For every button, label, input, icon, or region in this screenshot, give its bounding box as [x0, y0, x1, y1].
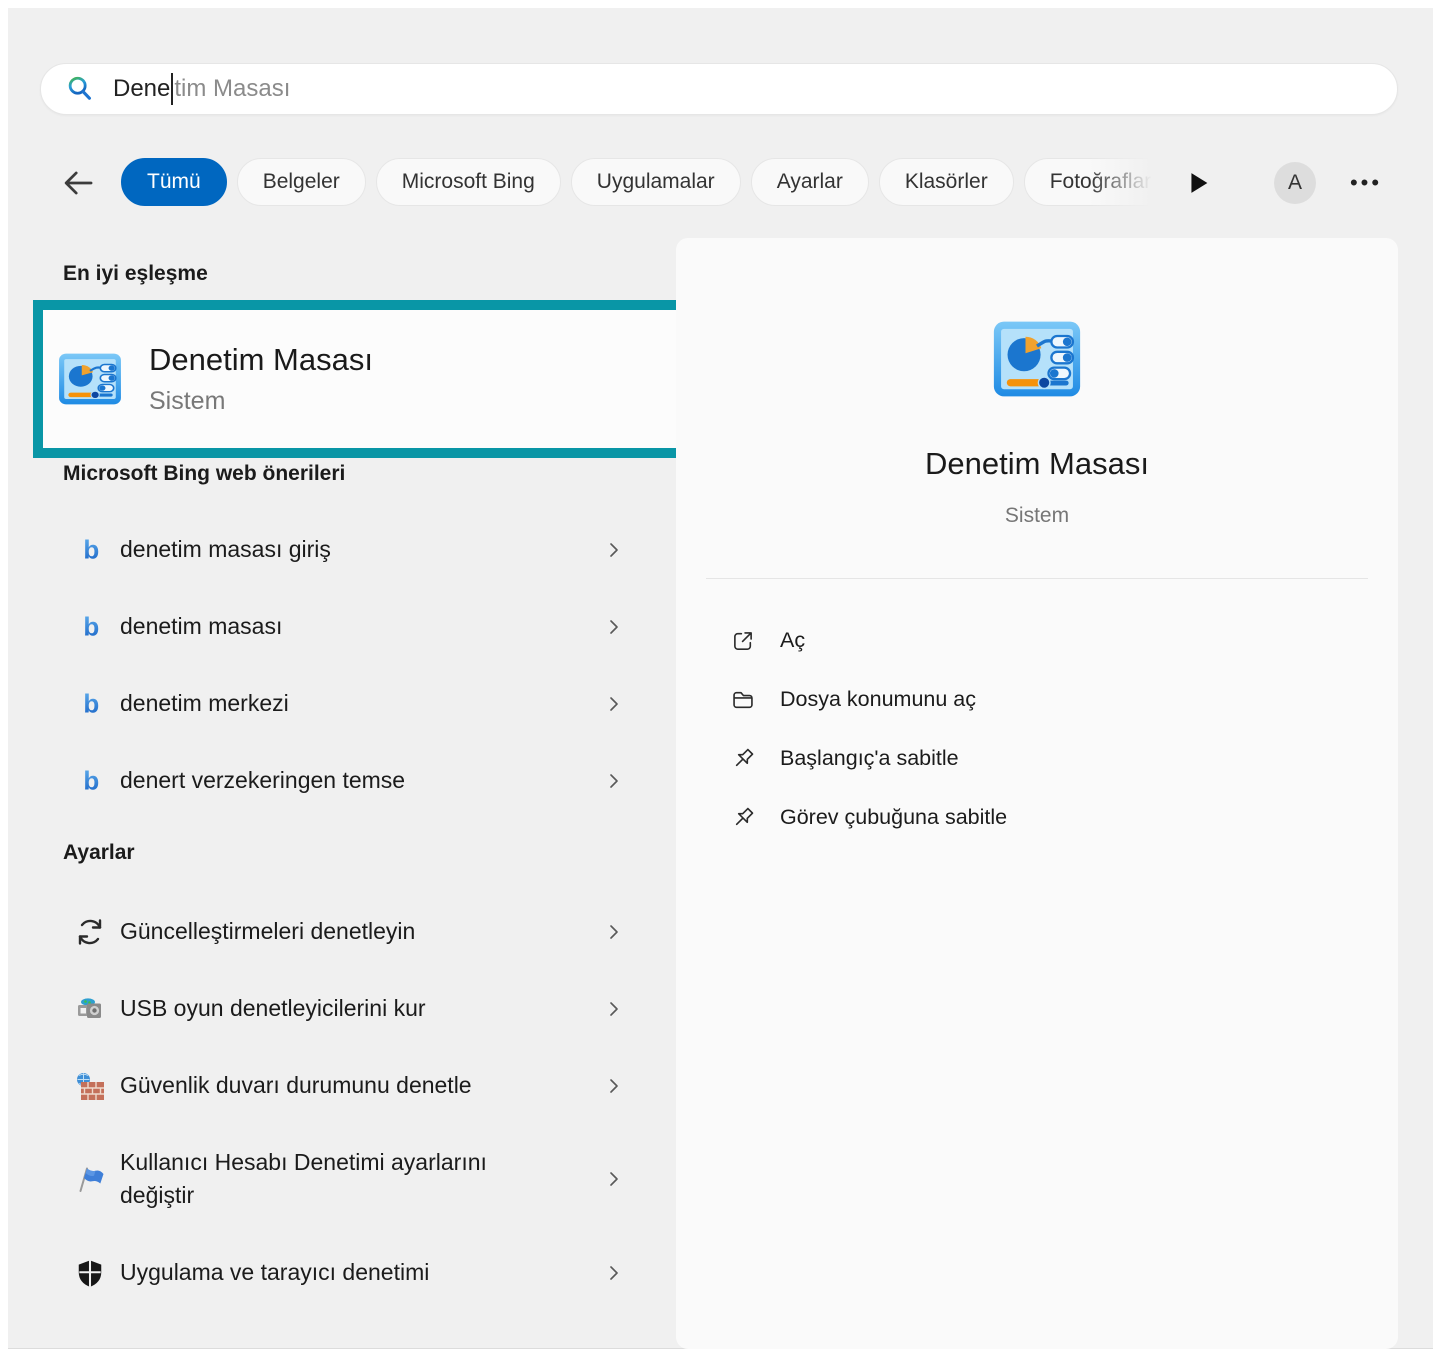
control-panel-icon	[57, 350, 123, 408]
search-query-text: Denetim Masası	[113, 73, 290, 105]
text-cursor	[171, 73, 173, 105]
svg-text:b: b	[83, 768, 99, 794]
tab-microsoft-bing[interactable]: Microsoft Bing	[376, 158, 561, 206]
tab-label: Uygulamalar	[597, 170, 715, 194]
action-pin-to-start[interactable]: Başlangıç'a sabitle	[676, 729, 1398, 788]
play-icon	[1183, 168, 1213, 198]
account-avatar[interactable]: A	[1274, 162, 1316, 204]
preview-panel: Denetim Masası Sistem Aç	[676, 238, 1398, 1349]
best-match-title: Denetim Masası	[149, 342, 373, 378]
bing-icon: b	[79, 537, 105, 563]
chevron-right-icon[interactable]	[601, 1166, 627, 1192]
suggestion-label: denetim masası giriş	[120, 533, 560, 566]
tab-label: Fotoğraflar	[1050, 170, 1152, 194]
bing-icon: b	[79, 691, 105, 717]
search-filter-tabs: Tümü Belgeler Microsoft Bing Uygulamalar…	[121, 158, 1159, 208]
chevron-right-icon[interactable]	[601, 614, 627, 640]
search-input[interactable]: Denetim Masası	[40, 63, 1398, 115]
action-pin-to-taskbar[interactable]: Görev çubuğuna sabitle	[676, 788, 1398, 847]
divider	[706, 578, 1368, 579]
best-match-result[interactable]: Denetim Masası Sistem	[33, 300, 757, 458]
chevron-right-icon[interactable]	[601, 919, 627, 945]
svg-text:b: b	[83, 691, 99, 717]
tab-klasorler[interactable]: Klasörler	[879, 158, 1014, 206]
bing-icon: b	[79, 614, 105, 640]
uac-flag-icon	[73, 1162, 107, 1196]
suggestion-label: denetim masası	[120, 610, 560, 643]
settings-row-app-browser-control[interactable]: Uygulama ve tarayıcı denetimi	[35, 1234, 647, 1311]
action-label: Görev çubuğuna sabitle	[780, 805, 1007, 830]
preview-title: Denetim Masası	[676, 446, 1398, 482]
bing-suggestion-row[interactable]: b denert verzekeringen temse	[35, 742, 647, 819]
settings-label: USB oyun denetleyicilerini kur	[120, 992, 560, 1025]
settings-label: Güncelleştirmeleri denetleyin	[120, 915, 560, 948]
preview-subtitle: Sistem	[676, 504, 1398, 528]
preview-action-list: Aç Dosya konumunu aç	[676, 611, 1398, 847]
settings-row-firewall[interactable]: Güvenlik duvarı durumunu denetle	[35, 1047, 647, 1124]
chevron-right-icon[interactable]	[601, 537, 627, 563]
settings-label: Kullanıcı Hesabı Denetimi ayarlarını değ…	[120, 1146, 560, 1213]
suggestion-label: denert verzekeringen temse	[120, 764, 560, 797]
tab-label: Klasörler	[905, 170, 988, 194]
svg-text:b: b	[83, 614, 99, 640]
chevron-right-icon[interactable]	[601, 996, 627, 1022]
search-icon	[65, 74, 95, 104]
settings-row-check-updates[interactable]: Güncelleştirmeleri denetleyin	[35, 893, 647, 970]
bing-suggestion-row[interactable]: b denetim masası giriş	[35, 511, 647, 588]
suggestion-label: denetim merkezi	[120, 687, 560, 720]
search-suggestion-text: tim Masası	[174, 75, 290, 103]
control-panel-icon-large	[991, 313, 1083, 405]
action-open-file-location[interactable]: Dosya konumunu aç	[676, 670, 1398, 729]
tab-uygulamalar[interactable]: Uygulamalar	[571, 158, 741, 206]
pin-icon	[730, 746, 756, 772]
windows-search-flyout: Denetim Masası Tümü Belgeler Microsoft B…	[0, 0, 1441, 1357]
back-arrow-icon	[59, 164, 97, 202]
action-label: Başlangıç'a sabitle	[780, 746, 959, 771]
svg-text:b: b	[83, 537, 99, 563]
tab-fotograflar[interactable]: Fotoğraflar	[1024, 158, 1159, 206]
tab-belgeler[interactable]: Belgeler	[237, 158, 366, 206]
tab-label: Tümü	[147, 170, 201, 194]
tab-tumu[interactable]: Tümü	[121, 158, 227, 206]
chevron-right-icon[interactable]	[601, 1073, 627, 1099]
refresh-icon	[73, 915, 107, 949]
action-open[interactable]: Aç	[676, 611, 1398, 670]
bing-section-header: Microsoft Bing web önerileri	[63, 462, 345, 486]
settings-row-usb-game-controllers[interactable]: USB oyun denetleyicilerini kur	[35, 970, 647, 1047]
search-typed-text: Dene	[113, 75, 170, 103]
more-options-button[interactable]: •••	[1340, 165, 1392, 201]
back-button[interactable]	[58, 164, 98, 202]
bing-suggestion-row[interactable]: b denetim merkezi	[35, 665, 647, 742]
settings-result-list: Güncelleştirmeleri denetleyin USB oyun d…	[35, 893, 647, 1311]
tab-label: Microsoft Bing	[402, 170, 535, 194]
action-label: Aç	[780, 628, 805, 653]
firewall-icon	[73, 1069, 107, 1103]
settings-label: Güvenlik duvarı durumunu denetle	[120, 1069, 560, 1102]
best-match-subtitle: Sistem	[149, 387, 373, 416]
tab-label: Ayarlar	[777, 170, 843, 194]
best-match-text: Denetim Masası Sistem	[149, 342, 373, 416]
best-match-header: En iyi eşleşme	[63, 262, 208, 286]
chevron-right-icon[interactable]	[601, 768, 627, 794]
settings-label: Uygulama ve tarayıcı denetimi	[120, 1256, 560, 1289]
bing-suggestion-list: b denetim masası giriş b denetim masası …	[35, 511, 647, 819]
bing-suggestion-row[interactable]: b denetim masası	[35, 588, 647, 665]
usb-game-controller-icon	[73, 992, 107, 1026]
settings-section-header: Ayarlar	[63, 841, 135, 865]
bing-icon: b	[79, 768, 105, 794]
ellipsis-icon: •••	[1350, 170, 1382, 196]
avatar-letter: A	[1288, 171, 1302, 195]
settings-row-uac[interactable]: Kullanıcı Hesabı Denetimi ayarlarını değ…	[35, 1124, 647, 1234]
tab-ayarlar[interactable]: Ayarlar	[751, 158, 869, 206]
action-label: Dosya konumunu aç	[780, 687, 976, 712]
chevron-right-icon[interactable]	[601, 691, 627, 717]
tab-label: Belgeler	[263, 170, 340, 194]
tabs-scroll-right-button[interactable]	[1181, 166, 1215, 200]
chevron-right-icon[interactable]	[601, 1260, 627, 1286]
pin-icon	[730, 805, 756, 831]
open-icon	[730, 628, 756, 654]
folder-icon	[730, 687, 756, 713]
security-shield-icon	[73, 1256, 107, 1290]
